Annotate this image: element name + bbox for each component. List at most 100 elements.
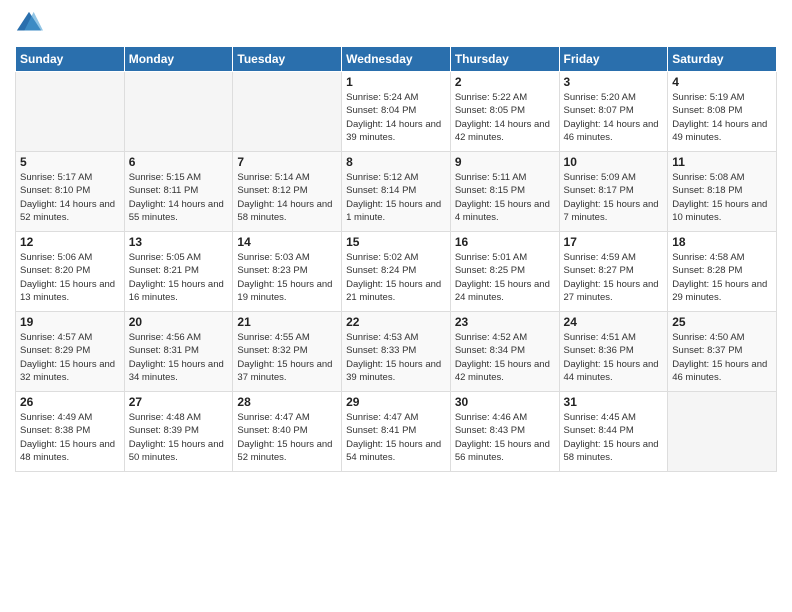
day-sunrise: Sunrise: 4:50 AM [672, 332, 744, 343]
day-sunrise: Sunrise: 4:51 AM [564, 332, 636, 343]
week-row-1: 1Sunrise: 5:24 AMSunset: 8:04 PMDaylight… [16, 72, 777, 152]
day-daylight: Daylight: 15 hours and 52 minutes. [237, 439, 332, 463]
day-number: 17 [564, 235, 664, 249]
day-number: 13 [129, 235, 229, 249]
day-sunset: Sunset: 8:14 PM [346, 185, 416, 196]
day-number: 22 [346, 315, 446, 329]
day-sunrise: Sunrise: 5:20 AM [564, 92, 636, 103]
calendar-header-row: SundayMondayTuesdayWednesdayThursdayFrid… [16, 47, 777, 72]
day-daylight: Daylight: 14 hours and 46 minutes. [564, 119, 659, 143]
header [15, 10, 777, 38]
calendar-cell: 3 Sunrise: 5:20 AM Sunset: 8:07 PM Daylight… [559, 72, 668, 152]
logo-icon [15, 10, 43, 38]
calendar-cell: 22Sunrise: 4:53 AMSunset: 8:33 PMDayligh… [342, 312, 451, 392]
day-sunrise: Sunrise: 4:47 AM [346, 412, 418, 423]
col-header-friday: Friday [559, 47, 668, 72]
day-sunrise: Sunrise: 4:46 AM [455, 412, 527, 423]
day-sunset: Sunset: 8:38 PM [20, 425, 90, 436]
day-daylight: Daylight: 14 hours and 42 minutes. [455, 119, 550, 143]
day-sunrise: Sunrise: 5:19 AM [672, 92, 744, 103]
day-sunset: Sunset: 8:07 PM [564, 105, 634, 116]
day-sunset: Sunset: 8:41 PM [346, 425, 416, 436]
day-number: 26 [20, 395, 120, 409]
day-sunrise: Sunrise: 5:08 AM [672, 172, 744, 183]
day-daylight: Daylight: 15 hours and 21 minutes. [346, 279, 441, 303]
col-header-saturday: Saturday [668, 47, 777, 72]
calendar-cell: 21Sunrise: 4:55 AMSunset: 8:32 PMDayligh… [233, 312, 342, 392]
day-daylight: Daylight: 15 hours and 58 minutes. [564, 439, 659, 463]
day-daylight: Daylight: 14 hours and 55 minutes. [129, 199, 224, 223]
calendar-cell: 27Sunrise: 4:48 AMSunset: 8:39 PMDayligh… [124, 392, 233, 472]
day-number: 3 [564, 75, 664, 89]
day-daylight: Daylight: 15 hours and 24 minutes. [455, 279, 550, 303]
day-sunrise: Sunrise: 5:17 AM [20, 172, 92, 183]
calendar-cell: 12Sunrise: 5:06 AMSunset: 8:20 PMDayligh… [16, 232, 125, 312]
day-number: 10 [564, 155, 664, 169]
day-number: 18 [672, 235, 772, 249]
day-number: 24 [564, 315, 664, 329]
day-daylight: Daylight: 15 hours and 56 minutes. [455, 439, 550, 463]
day-daylight: Daylight: 15 hours and 37 minutes. [237, 359, 332, 383]
day-sunset: Sunset: 8:25 PM [455, 265, 525, 276]
day-number: 30 [455, 395, 555, 409]
day-sunset: Sunset: 8:24 PM [346, 265, 416, 276]
calendar-cell: 29Sunrise: 4:47 AMSunset: 8:41 PMDayligh… [342, 392, 451, 472]
day-number: 4 [672, 75, 772, 89]
day-sunset: Sunset: 8:08 PM [672, 105, 742, 116]
day-sunset: Sunset: 8:37 PM [672, 345, 742, 356]
calendar-cell: 10Sunrise: 5:09 AMSunset: 8:17 PMDayligh… [559, 152, 668, 232]
day-sunset: Sunset: 8:39 PM [129, 425, 199, 436]
day-number: 23 [455, 315, 555, 329]
week-row-3: 12Sunrise: 5:06 AMSunset: 8:20 PMDayligh… [16, 232, 777, 312]
calendar-cell [233, 72, 342, 152]
day-daylight: Daylight: 15 hours and 46 minutes. [672, 359, 767, 383]
day-number: 8 [346, 155, 446, 169]
day-number: 12 [20, 235, 120, 249]
day-daylight: Daylight: 14 hours and 52 minutes. [20, 199, 115, 223]
day-daylight: Daylight: 15 hours and 19 minutes. [237, 279, 332, 303]
day-sunset: Sunset: 8:23 PM [237, 265, 307, 276]
day-daylight: Daylight: 15 hours and 4 minutes. [455, 199, 550, 223]
day-sunset: Sunset: 8:12 PM [237, 185, 307, 196]
day-sunrise: Sunrise: 5:22 AM [455, 92, 527, 103]
day-sunset: Sunset: 8:10 PM [20, 185, 90, 196]
day-daylight: Daylight: 15 hours and 10 minutes. [672, 199, 767, 223]
day-number: 28 [237, 395, 337, 409]
day-sunset: Sunset: 8:15 PM [455, 185, 525, 196]
day-daylight: Daylight: 15 hours and 42 minutes. [455, 359, 550, 383]
calendar-cell: 19Sunrise: 4:57 AMSunset: 8:29 PMDayligh… [16, 312, 125, 392]
day-number: 15 [346, 235, 446, 249]
calendar-cell: 23Sunrise: 4:52 AMSunset: 8:34 PMDayligh… [450, 312, 559, 392]
day-sunset: Sunset: 8:17 PM [564, 185, 634, 196]
day-sunset: Sunset: 8:04 PM [346, 105, 416, 116]
day-sunrise: Sunrise: 5:24 AM [346, 92, 418, 103]
day-daylight: Daylight: 15 hours and 1 minute. [346, 199, 441, 223]
day-sunrise: Sunrise: 5:05 AM [129, 252, 201, 263]
day-number: 31 [564, 395, 664, 409]
calendar-cell: 26Sunrise: 4:49 AMSunset: 8:38 PMDayligh… [16, 392, 125, 472]
calendar-cell: 25 Sunrise: 4:50 AM Sunset: 8:37 PM Dayligh… [668, 312, 777, 392]
calendar-cell: 11Sunrise: 5:08 AMSunset: 8:18 PMDayligh… [668, 152, 777, 232]
day-sunset: Sunset: 8:43 PM [455, 425, 525, 436]
day-sunrise: Sunrise: 4:57 AM [20, 332, 92, 343]
calendar-cell: 8Sunrise: 5:12 AMSunset: 8:14 PMDaylight… [342, 152, 451, 232]
day-daylight: Daylight: 15 hours and 39 minutes. [346, 359, 441, 383]
day-daylight: Daylight: 15 hours and 7 minutes. [564, 199, 659, 223]
week-row-4: 19Sunrise: 4:57 AMSunset: 8:29 PMDayligh… [16, 312, 777, 392]
day-sunset: Sunset: 8:33 PM [346, 345, 416, 356]
day-sunrise: Sunrise: 4:47 AM [237, 412, 309, 423]
day-number: 25 [672, 315, 772, 329]
day-sunrise: Sunrise: 5:01 AM [455, 252, 527, 263]
col-header-tuesday: Tuesday [233, 47, 342, 72]
calendar-cell: 6Sunrise: 5:15 AMSunset: 8:11 PMDaylight… [124, 152, 233, 232]
day-number: 21 [237, 315, 337, 329]
col-header-monday: Monday [124, 47, 233, 72]
calendar-cell: 28Sunrise: 4:47 AMSunset: 8:40 PMDayligh… [233, 392, 342, 472]
day-daylight: Daylight: 15 hours and 27 minutes. [564, 279, 659, 303]
day-number: 2 [455, 75, 555, 89]
calendar-cell: 5Sunrise: 5:17 AMSunset: 8:10 PMDaylight… [16, 152, 125, 232]
day-number: 20 [129, 315, 229, 329]
day-number: 19 [20, 315, 120, 329]
day-daylight: Daylight: 14 hours and 49 minutes. [672, 119, 767, 143]
day-sunset: Sunset: 8:32 PM [237, 345, 307, 356]
